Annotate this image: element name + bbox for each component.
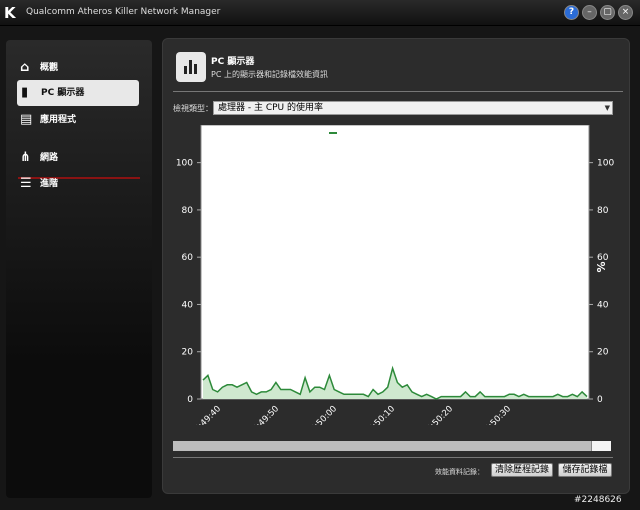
y-tick-label-right: 40: [597, 300, 609, 310]
x-tick-label: 15:50:00: [305, 404, 339, 425]
x-tick-label: 15:50:20: [421, 404, 455, 425]
killer-logo: K: [4, 4, 16, 22]
sidebar-item-overview[interactable]: ⌂ 概觀: [16, 57, 134, 79]
y-tick-label-left: 40: [182, 300, 194, 310]
restore-button[interactable]: ▢: [600, 5, 615, 20]
plot-area: [200, 124, 590, 400]
sidebar-item-label: PC 顯示器: [41, 88, 85, 98]
app-title: Qualcomm Atheros Killer Network Manager: [26, 7, 221, 17]
scrollbar-thumb[interactable]: [591, 441, 611, 451]
sidebar-item-label: 概觀: [40, 63, 59, 73]
sidebar-item-label: 網路: [40, 153, 59, 163]
y-tick-label-left: 80: [182, 206, 194, 216]
y-axis-label: %: [595, 261, 608, 272]
record-label: 效能資料記錄：: [435, 468, 484, 476]
legend-swatch: [329, 131, 337, 134]
pc-monitor-icon: [176, 52, 206, 82]
x-tick-label: 15:49:50: [247, 404, 281, 425]
view-type-label: 檢視類型：: [173, 104, 213, 113]
y-tick-label-right: 20: [597, 348, 609, 358]
cpu-chart: 0 0 20 20 40 40 60 60 80 80 100 100% 15:49:40 15:49:5…: [171, 124, 623, 438]
footer-divider: [173, 457, 613, 458]
clear-history-button[interactable]: 清除歷程記錄: [491, 463, 553, 477]
view-type-value: 處理器 - 主 CPU 的使用率: [218, 103, 323, 113]
watermark: #2248626: [574, 495, 622, 505]
x-tick-label: 15:50:10: [363, 404, 397, 425]
chart-legend: 系統 CPU 使用情況資訊。: [329, 126, 433, 140]
y-tick-label-right: 100: [597, 159, 614, 169]
sidebar-item-advanced[interactable]: ☰ 進階: [16, 173, 134, 195]
home-icon: ⌂: [20, 60, 30, 75]
sidebar-item-pc-monitor[interactable]: ▮ PC 顯示器: [17, 80, 139, 106]
minimize-button[interactable]: –: [582, 5, 597, 20]
y-tick-label-left: 0: [187, 395, 193, 405]
view-type-select[interactable]: 處理器 - 主 CPU 的使用率 ▼: [213, 101, 613, 115]
x-tick-label: 15:49:40: [189, 404, 223, 425]
list-icon: ☰: [20, 176, 32, 191]
network-icon: ⋔: [20, 150, 31, 165]
title-bar: K Qualcomm Atheros Killer Network Manage…: [0, 0, 640, 26]
help-button[interactable]: ?: [564, 5, 579, 20]
x-tick-label: 15:50:30: [479, 404, 513, 425]
sidebar-item-network[interactable]: ⋔ 網路: [16, 147, 134, 169]
main-panel: PC 顯示器 PC 上的顯示器和記錄檔效能資訊 檢視類型： 處理器 - 主 CP…: [162, 38, 630, 494]
sidebar-item-applications[interactable]: ▤ 應用程式: [16, 109, 134, 131]
y-tick-label-right: 80: [597, 206, 609, 216]
legend-label: 系統 CPU 使用情況資訊。: [340, 128, 434, 137]
close-button[interactable]: ×: [618, 5, 633, 20]
y-tick-label-right: 0: [597, 395, 603, 405]
chevron-down-icon[interactable]: ▼: [605, 102, 610, 114]
y-tick-label-left: 60: [182, 253, 194, 263]
sidebar-item-label: 進階: [40, 179, 59, 189]
cpu-chart-svg: 0 020 2040 4060 6080 80100 100%15:49:40 15:49:5…: [176, 124, 614, 438]
page-title: PC 顯示器: [211, 57, 255, 67]
bar-chart-icon: ▮: [21, 85, 29, 100]
chart-scrollbar[interactable]: [173, 441, 611, 451]
header-divider: [173, 91, 623, 92]
sidebar: ⌂ 概觀 ▮ PC 顯示器 ▤ 應用程式 ⋔ 網路 ☰ 進階: [6, 40, 152, 498]
apps-icon: ▤: [20, 112, 33, 127]
page-subtitle: PC 上的顯示器和記錄檔效能資訊: [211, 70, 328, 79]
y-tick-label-left: 100: [176, 159, 193, 169]
y-tick-label-left: 20: [182, 348, 194, 358]
sidebar-item-label: 應用程式: [40, 115, 77, 125]
save-log-button[interactable]: 儲存記錄檔: [558, 463, 612, 477]
